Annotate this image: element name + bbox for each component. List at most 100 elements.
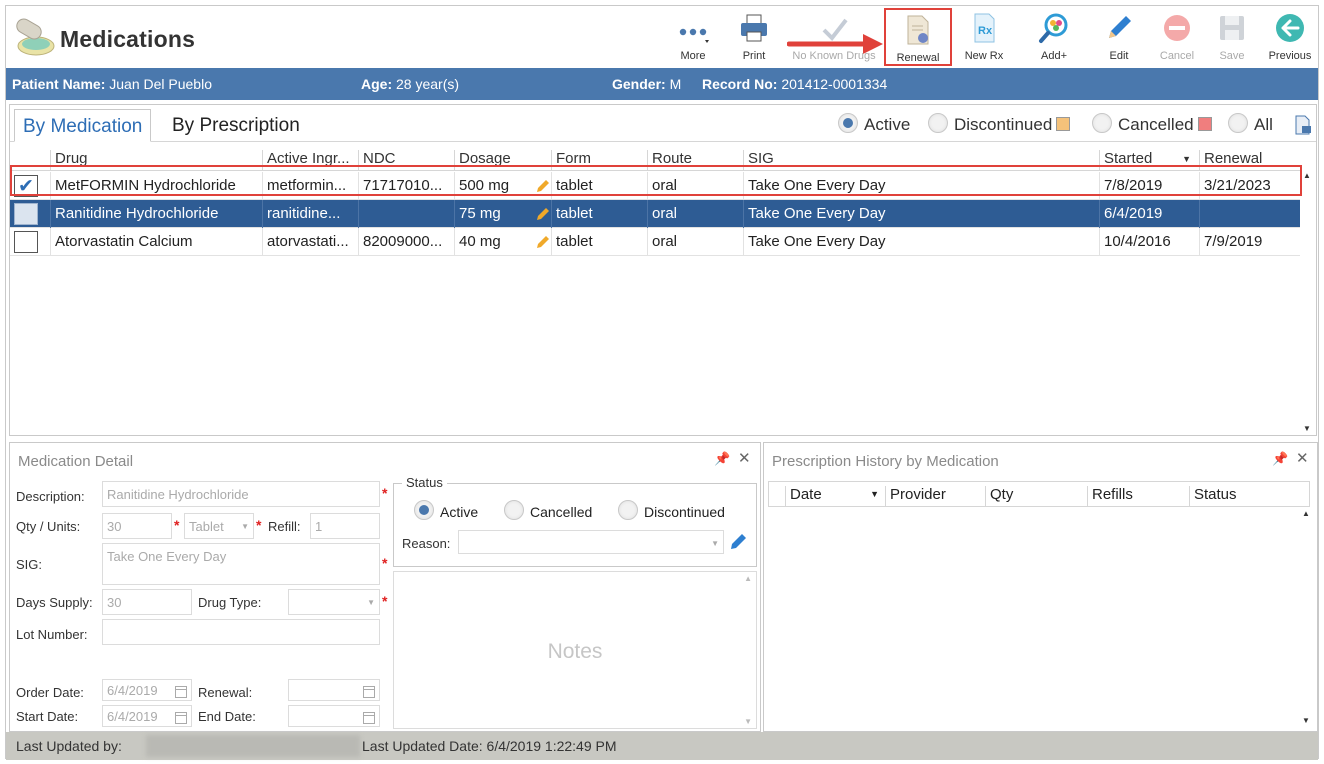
column-dosage[interactable]: Dosage <box>454 150 551 170</box>
grid-scrollbar[interactable]: ▲ ▼ <box>1300 171 1316 435</box>
reason-label: Reason: <box>402 536 451 551</box>
export-icon[interactable] <box>1294 115 1312 135</box>
chevron-down-icon: ▼ <box>367 598 375 607</box>
column-refills[interactable]: Refills <box>1087 486 1189 506</box>
row-checkbox[interactable] <box>14 203 38 225</box>
qty-field[interactable]: 30 <box>102 513 172 539</box>
start-date-label: Start Date: <box>16 709 79 724</box>
status-discontinued-radio[interactable]: Discontinued <box>618 500 725 520</box>
pin-icon[interactable]: 📌 <box>1272 451 1288 467</box>
start-date-picker[interactable]: 6/4/2019 <box>102 705 192 727</box>
pencil-icon <box>1109 16 1131 38</box>
notes-textarea[interactable]: Notes ▲ ▼ <box>393 571 757 729</box>
cancel-button[interactable]: Cancel <box>1154 6 1200 68</box>
calendar-icon[interactable] <box>363 712 375 724</box>
floppy-disk-icon <box>1220 16 1244 40</box>
no-known-drugs-button[interactable]: No Known Drugs <box>786 6 882 68</box>
close-icon[interactable]: ✕ <box>738 449 751 467</box>
cell-ndc: 82009000... <box>358 228 454 256</box>
new-rx-button[interactable]: Rx New Rx <box>958 6 1010 68</box>
last-updated-by-label: Last Updated by: <box>16 738 122 754</box>
sort-descending-icon: ▼ <box>870 489 879 499</box>
table-row[interactable]: Ranitidine Hydrochloride ranitidine... 7… <box>10 200 1300 228</box>
scroll-up-icon[interactable]: ▲ <box>1302 509 1310 518</box>
no-known-drugs-icon <box>822 18 848 42</box>
column-ndc[interactable]: NDC <box>358 150 454 170</box>
column-started[interactable]: Started ▼ <box>1099 150 1199 170</box>
sig-field[interactable]: Take One Every Day <box>102 543 380 585</box>
medications-window: Medications More Print No Known Drugs Re… <box>5 5 1319 760</box>
history-scrollbar[interactable]: ▲ ▼ <box>1299 509 1315 727</box>
scroll-up-icon[interactable]: ▲ <box>744 574 752 583</box>
tab-by-prescription[interactable]: By Prescription <box>164 109 308 142</box>
filter-cancelled[interactable]: Cancelled <box>1092 113 1212 135</box>
cell-ndc: 71717010... <box>358 172 454 200</box>
save-button[interactable]: Save <box>1210 6 1254 68</box>
column-date[interactable]: Date ▼ <box>785 486 885 506</box>
row-checkbox[interactable]: ✔ <box>14 175 38 197</box>
lot-number-field[interactable] <box>102 619 380 645</box>
table-row[interactable]: ✔ MetFORMIN Hydrochloride metformin... 7… <box>10 172 1300 200</box>
order-date-picker[interactable]: 6/4/2019 <box>102 679 192 701</box>
cell-active-ingredient: atorvastati... <box>262 228 358 256</box>
end-date-picker[interactable] <box>288 705 380 727</box>
sig-label: SIG: <box>16 557 43 572</box>
days-supply-field[interactable]: 30 <box>102 589 192 615</box>
column-provider[interactable]: Provider <box>885 486 985 506</box>
reason-dropdown[interactable]: ▼ <box>458 530 724 554</box>
previous-button[interactable]: Previous <box>1262 6 1318 68</box>
history-grid-header: Date ▼ Provider Qty Refills Status <box>768 481 1310 507</box>
pin-icon[interactable]: 📌 <box>714 451 730 467</box>
header: Medications More Print No Known Drugs Re… <box>6 6 1318 68</box>
column-renewal[interactable]: Renewal <box>1199 150 1300 170</box>
qty-units-label: Qty / Units: <box>16 519 81 534</box>
patient-age: Age: 28 year(s) <box>361 76 460 92</box>
renewal-button[interactable]: Renewal <box>884 8 952 66</box>
radio-selected-icon <box>838 113 858 133</box>
refill-field[interactable]: 1 <box>310 513 380 539</box>
edit-dosage-icon[interactable] <box>535 178 551 194</box>
cell-route: oral <box>647 200 743 228</box>
column-status[interactable]: Status <box>1189 486 1293 506</box>
scroll-down-icon[interactable]: ▼ <box>744 717 752 726</box>
units-dropdown[interactable]: Tablet ▼ <box>184 513 254 539</box>
description-field[interactable]: Ranitidine Hydrochloride <box>102 481 380 507</box>
column-route[interactable]: Route <box>647 150 743 170</box>
row-checkbox[interactable] <box>14 231 38 253</box>
scroll-down-icon[interactable]: ▼ <box>1303 424 1311 433</box>
cell-sig: Take One Every Day <box>743 172 1099 200</box>
edit-reason-icon[interactable] <box>728 532 748 552</box>
required-marker: * <box>174 517 180 533</box>
edit-dosage-icon[interactable] <box>535 234 551 250</box>
edit-dosage-icon[interactable] <box>535 206 551 222</box>
column-qty[interactable]: Qty <box>985 486 1087 506</box>
print-button[interactable]: Print <box>732 6 776 68</box>
column-form[interactable]: Form <box>551 150 647 170</box>
add-button[interactable]: Add+ <box>1028 6 1080 68</box>
scroll-down-icon[interactable]: ▼ <box>1302 716 1310 725</box>
calendar-icon[interactable] <box>175 686 187 698</box>
cell-renewal: 7/9/2019 <box>1199 228 1300 256</box>
column-sig[interactable]: SIG <box>743 150 1099 170</box>
status-filter: Active Discontinued Cancelled All <box>838 113 1316 139</box>
calendar-icon[interactable] <box>363 686 375 698</box>
status-cancelled-radio[interactable]: Cancelled <box>504 500 592 520</box>
table-row[interactable]: Atorvastatin Calcium atorvastati... 8200… <box>10 228 1300 256</box>
more-button[interactable]: More <box>668 6 718 68</box>
column-active-ingredient[interactable]: Active Ingr... <box>262 150 358 170</box>
medication-detail-pane: Medication Detail 📌 ✕ Description: Ranit… <box>9 442 761 732</box>
drug-type-dropdown[interactable]: ▼ <box>288 589 380 615</box>
tab-by-medication[interactable]: By Medication <box>14 109 152 142</box>
renewal-date-picker[interactable] <box>288 679 380 701</box>
filter-discontinued[interactable]: Discontinued <box>928 113 1071 135</box>
edit-button[interactable]: Edit <box>1096 6 1142 68</box>
status-active-radio[interactable]: Active <box>414 500 478 520</box>
cell-ndc <box>358 200 454 228</box>
column-drug[interactable]: Drug <box>50 150 262 170</box>
scroll-up-icon[interactable]: ▲ <box>1303 171 1311 180</box>
filter-all[interactable]: All <box>1228 113 1273 135</box>
cell-active-ingredient: metformin... <box>262 172 358 200</box>
filter-active[interactable]: Active <box>838 113 910 135</box>
close-icon[interactable]: ✕ <box>1296 449 1309 467</box>
calendar-icon[interactable] <box>175 712 187 724</box>
